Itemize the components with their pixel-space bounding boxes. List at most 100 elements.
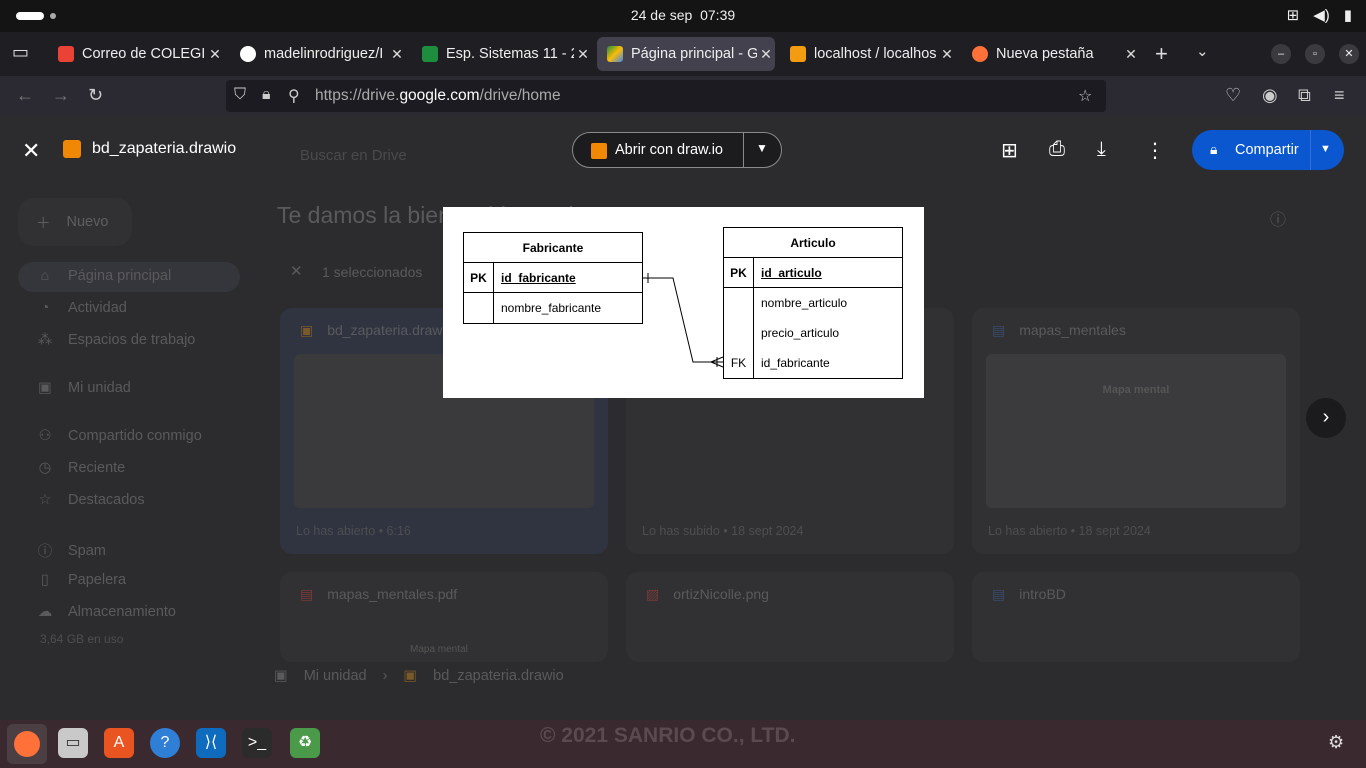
extensions-icon[interactable]: ⧉ (1298, 85, 1311, 106)
back-icon[interactable]: ← (16, 85, 34, 106)
thumbnail-title: Mapa mental (1102, 384, 1170, 396)
card-header: ▤ mapas_mentales.pdf (300, 586, 457, 603)
sidebar-item-home[interactable]: ⌂ Página principal (36, 268, 172, 284)
sidebar-label: Página principal (68, 268, 172, 284)
close-tab-icon[interactable]: ✕ (938, 46, 956, 63)
tab-label: Esp. Sistemas 11 - 2 (446, 46, 574, 62)
file-card[interactable]: ▨ ortizNicolle.png (626, 572, 954, 662)
permissions-icon[interactable]: ⚲ (288, 86, 300, 106)
pocket-icon[interactable]: ♡ (1225, 85, 1241, 106)
vscode-dock-icon[interactable]: ⟩⟨ (196, 728, 226, 758)
list-tabs-button[interactable]: ⌄ (1196, 42, 1209, 60)
new-label: Nuevo (66, 214, 109, 230)
file-card[interactable]: ▤ mapas_mentales Mapa mental Lo has abier… (972, 308, 1300, 554)
url-host: google.com (399, 87, 480, 104)
sidebar-item-recent[interactable]: ◷ Reciente (36, 460, 126, 476)
breadcrumb-item[interactable]: Mi unidad (304, 668, 367, 684)
date-text: 24 de sep (630, 7, 693, 23)
close-tab-icon[interactable]: ✕ (757, 46, 775, 63)
more-options-icon[interactable]: ⋮ (1145, 138, 1165, 163)
menu-icon[interactable]: ≡ (1334, 85, 1345, 106)
file-viewer-header: ✕ bd_zapateria.drawio Abrir con draw.io … (0, 116, 1366, 438)
github-icon (240, 46, 256, 62)
doc-icon: ▤ (992, 586, 1006, 602)
card-name: ortizNicolle.png (673, 586, 769, 602)
reload-icon[interactable]: ↻ (88, 85, 103, 106)
new-button[interactable]: ＋ Nuevo (18, 198, 132, 246)
next-file-button[interactable]: › (1306, 398, 1346, 438)
open-with-button[interactable]: Abrir con draw.io ▼ (572, 132, 782, 168)
minimize-button[interactable]: – (1271, 44, 1291, 64)
info-icon[interactable]: ⓘ (1270, 206, 1286, 230)
doc-icon: ▤ (992, 322, 1006, 338)
close-tab-icon[interactable]: ✕ (206, 46, 224, 63)
sidebar-item-starred[interactable]: ☆ Destacados (36, 492, 145, 508)
add-comment-icon[interactable]: ⊞ (1001, 138, 1018, 163)
tab-gmail[interactable]: Correo de COLEGIO ✕ (48, 37, 224, 71)
sidebar-label: Spam (68, 542, 106, 559)
maximize-button[interactable]: ▫ (1305, 44, 1325, 64)
close-tab-icon[interactable]: ✕ (1122, 46, 1140, 63)
image-icon: ▨ (646, 586, 660, 602)
sidebar-label: Almacenamiento (68, 604, 176, 620)
file-card[interactable]: ▤ introBD (972, 572, 1300, 662)
sidebar-label: Actividad (68, 300, 127, 316)
tab-drive[interactable]: Página principal - G ✕ (597, 37, 775, 71)
files-dock-icon[interactable]: ▭ (58, 728, 88, 758)
chevron-down-icon[interactable]: ▼ (756, 141, 768, 155)
er-diagram-preview: Fabricante PK id_fabricante nombre_fabric… (443, 207, 924, 398)
app-center-dock-icon[interactable]: A (104, 728, 134, 758)
tab-label: Nueva pestaña (996, 46, 1094, 62)
url-bar[interactable]: ⛉ 🔒︎ ⚲ https://drive.google.com/drive/ho… (226, 80, 1106, 112)
close-viewer-icon[interactable]: ✕ (22, 138, 40, 164)
breadcrumb-item[interactable]: bd_zapateria.drawio (433, 668, 564, 684)
sidebar-label: Papelera (68, 572, 127, 588)
close-tab-icon[interactable]: ✕ (388, 46, 406, 63)
sidebar-item-activity[interactable]: ◔ Actividad (36, 300, 127, 316)
tab-phpmyadmin[interactable]: localhost / localhos ✕ (780, 37, 956, 71)
account-icon[interactable]: ◉ (1262, 85, 1278, 106)
close-tab-icon[interactable]: ✕ (574, 46, 592, 63)
bookmark-star-icon[interactable]: ☆ (1078, 86, 1092, 106)
system-clock[interactable]: 24 de sep 07:39 (0, 7, 1366, 23)
tab-label: Página principal - G (631, 46, 757, 62)
thumbnail-title: Mapa mental (410, 644, 468, 655)
chevron-down-icon[interactable]: ▼ (1320, 143, 1331, 155)
battery-icon: ▮ (1343, 7, 1352, 24)
lock-icon[interactable]: 🔒︎ (262, 86, 271, 104)
sidebar-item-workspaces[interactable]: ⁂ Espacios de trabajo (36, 332, 196, 348)
download-icon[interactable]: ⤓ (1097, 138, 1106, 161)
close-window-button[interactable]: ✕ (1339, 44, 1359, 64)
sidebar-item-storage[interactable]: ☁ Almacenamiento (36, 604, 176, 620)
phpmyadmin-icon (790, 46, 806, 62)
tab-classroom[interactable]: Esp. Sistemas 11 - 2 ✕ (412, 37, 592, 71)
terminal-dock-icon[interactable]: >_ (242, 728, 272, 758)
show-apps-icon[interactable]: ⚙ (1328, 732, 1344, 753)
clear-selection-icon[interactable]: ✕ (290, 262, 303, 280)
home-icon: ⌂ (40, 268, 50, 284)
sidebar-item-my-drive[interactable]: ▣ Mi unidad (36, 380, 131, 396)
sidebar-item-shared[interactable]: ⚇ Compartido conmigo (36, 428, 202, 444)
new-tab-button[interactable]: + (1155, 41, 1168, 67)
firefox-dock-icon[interactable] (7, 724, 47, 764)
help-dock-icon[interactable]: ? (150, 728, 180, 758)
shield-icon[interactable]: ⛉ (234, 86, 246, 104)
card-name: bd_zapateria.drawio (327, 322, 454, 338)
firefox-icon (972, 46, 988, 62)
print-icon[interactable]: ⎙ (1049, 138, 1065, 161)
forward-icon[interactable]: → (52, 85, 70, 106)
divider (743, 133, 744, 167)
sidebar-item-trash[interactable]: ▯ Papelera (36, 572, 126, 588)
tab-new[interactable]: Nueva pestaña ✕ (962, 37, 1140, 71)
sidebar-item-spam[interactable]: ⓘ Spam (36, 540, 106, 561)
share-button[interactable]: 🔒︎ Compartir ▼ (1192, 130, 1344, 170)
tab-github[interactable]: madelinrodriguez/I ✕ (230, 37, 406, 71)
card-header: ▤ mapas_mentales (992, 322, 1126, 339)
file-card[interactable]: ▤ mapas_mentales.pdf Mapa mental (280, 572, 608, 662)
selection-count: 1 seleccionados (322, 264, 423, 280)
tab-overview-icon[interactable]: ▭ (12, 42, 29, 63)
card-meta: Lo has subido • 18 sept 2024 (642, 524, 804, 538)
drive-icon: ▣ (274, 668, 288, 684)
trash-dock-icon[interactable]: ♻ (290, 728, 320, 758)
system-tray[interactable]: ⊞ ◀) ▮ (1287, 6, 1352, 24)
